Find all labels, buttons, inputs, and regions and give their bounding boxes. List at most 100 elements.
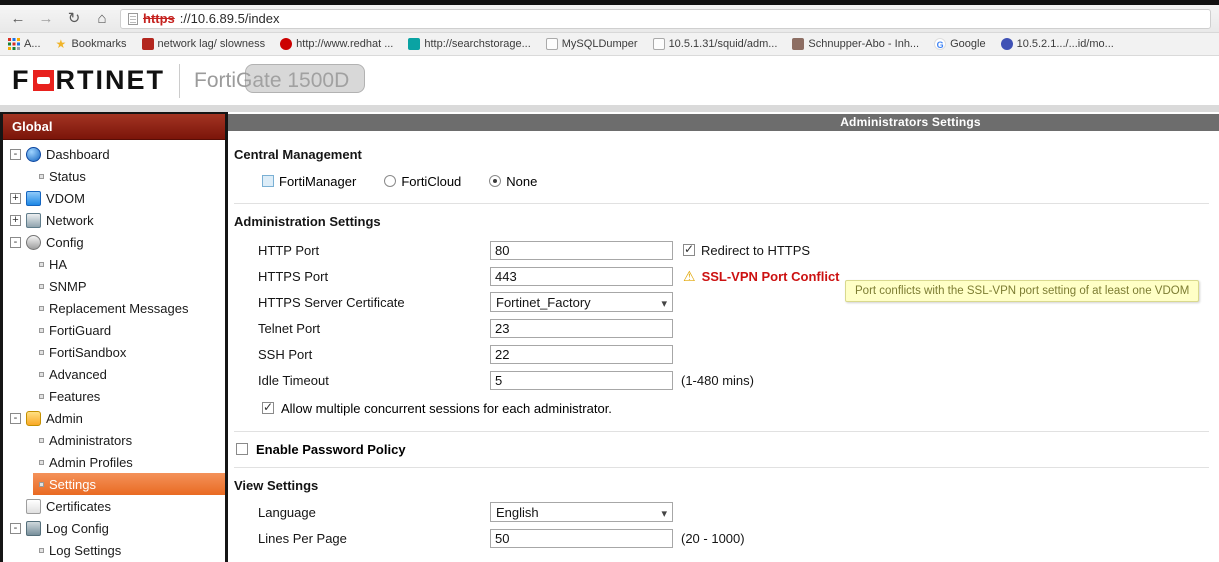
telnet-port-input[interactable] <box>490 318 673 338</box>
bookmark-squid[interactable]: 10.5.1.31/squid/adm... <box>652 38 778 50</box>
browser-navbar: ← → ↻ ⌂ https ://10.6.89.5/index <box>0 5 1219 33</box>
sidebar-item-vdom[interactable]: + VDOM <box>3 187 225 209</box>
forticloud-radio-icon[interactable] <box>384 175 397 187</box>
sidebar-item-administrators[interactable]: Administrators <box>33 429 225 451</box>
fortimanager-checkbox-icon[interactable] <box>262 175 274 187</box>
field-label: Telnet Port <box>258 320 321 336</box>
sidebar-item-log-settings[interactable]: Log Settings <box>33 539 225 561</box>
ssh-port-input[interactable] <box>490 344 673 364</box>
concurrent-sessions-checkbox[interactable] <box>262 400 274 414</box>
sidebar-item-replacement-messages[interactable]: Replacement Messages <box>33 297 225 319</box>
bookmark-favicon <box>280 38 293 50</box>
sidebar-item-status[interactable]: Status <box>33 165 225 187</box>
expand-toggle-icon[interactable]: + <box>10 192 21 204</box>
bookmark-label: 10.5.2.1.../...id/mo... <box>1016 38 1114 50</box>
https-cert-select[interactable]: Fortinet_Factory <box>490 292 673 312</box>
none-radio-icon[interactable] <box>489 175 502 187</box>
address-url: ://10.6.89.5/index <box>179 11 280 26</box>
https-port-input[interactable] <box>490 266 673 286</box>
main-panel: Administrators Settings Port conflicts w… <box>228 112 1219 562</box>
forward-icon[interactable]: → <box>36 9 56 29</box>
sidebar-item-label: SNMP <box>49 278 87 294</box>
logo-text: RTINET <box>55 65 165 95</box>
bookmark-bookmarks[interactable]: Bookmarks <box>56 38 127 50</box>
bookmark-favicon <box>652 38 665 50</box>
bullet-icon <box>39 173 44 179</box>
bookmark-apps[interactable]: A... <box>8 38 41 50</box>
bullet-icon <box>39 327 44 333</box>
bookmark-label: Google <box>950 38 986 50</box>
sidebar-item-label: Admin Profiles <box>49 454 133 470</box>
address-bar[interactable]: https ://10.6.89.5/index <box>120 8 1211 29</box>
collapse-toggle-icon[interactable]: - <box>10 412 21 424</box>
bookmark-favicon <box>545 38 558 50</box>
sidebar-item-label: Dashboard <box>46 146 110 162</box>
sidebar-item-admin[interactable]: - Admin <box>3 407 225 429</box>
nav-tree: - Dashboard Status + VDOM + Network - Co… <box>3 140 225 561</box>
option-fortimanager[interactable]: FortiManager <box>262 174 356 189</box>
apps-grid-icon <box>8 38 20 50</box>
bookmark-label: 10.5.1.31/squid/adm... <box>668 38 778 50</box>
idle-timeout-input[interactable] <box>490 370 673 390</box>
back-icon[interactable]: ← <box>8 9 28 29</box>
fortinet-logo: F RTINET <box>12 65 165 96</box>
bookmark-searchstorage[interactable]: http://searchstorage... <box>408 38 531 50</box>
bookmark-mysqldumper[interactable]: MySQLDumper <box>545 38 638 50</box>
bookmark-label: Schnupper-Abo - Inh... <box>808 38 920 50</box>
bookmark-google[interactable]: Google <box>934 38 986 50</box>
bookmark-last[interactable]: 10.5.2.1.../...id/mo... <box>1000 38 1114 50</box>
sidebar-item-log-config[interactable]: - Log Config <box>3 517 225 539</box>
option-none[interactable]: None <box>489 174 537 189</box>
checkbox-label: Enable Password Policy <box>256 441 406 457</box>
sidebar-item-label: Settings <box>49 476 96 492</box>
sidebar-item-advanced[interactable]: Advanced <box>33 363 225 385</box>
section-divider <box>234 203 1209 204</box>
bookmark-label: A... <box>24 38 41 50</box>
expand-toggle-icon[interactable]: + <box>10 214 21 226</box>
dashboard-icon <box>26 146 41 162</box>
password-policy-checkbox[interactable] <box>236 443 248 455</box>
sidebar-item-network[interactable]: + Network <box>3 209 225 231</box>
device-name: FortiGate 1500D <box>194 63 366 93</box>
sidebar-item-fortisandbox[interactable]: FortiSandbox <box>33 341 225 363</box>
sidebar-item-certificates[interactable]: Certificates <box>3 495 225 517</box>
sidebar-item-ha[interactable]: HA <box>33 253 225 275</box>
language-select[interactable]: English <box>490 502 673 522</box>
sidebar-item-label: VDOM <box>46 190 85 206</box>
sidebar-item-label: Administrators <box>49 432 133 448</box>
sidebar-item-label: Admin <box>46 410 83 426</box>
collapse-toggle-icon[interactable]: - <box>10 522 21 534</box>
http-port-input[interactable] <box>490 240 673 260</box>
select-value: English <box>496 504 539 520</box>
bookmark-network-lag[interactable]: network lag/ slowness <box>141 38 265 50</box>
section-heading-administration: Administration Settings <box>234 214 381 229</box>
redirect-https-checkbox[interactable] <box>683 242 695 256</box>
option-forticloud[interactable]: FortiCloud <box>384 174 461 189</box>
sidebar-item-snmp[interactable]: SNMP <box>33 275 225 297</box>
sidebar-item-admin-profiles[interactable]: Admin Profiles <box>33 451 225 473</box>
sidebar-item-settings[interactable]: Settings <box>33 473 225 495</box>
field-label: Language <box>258 504 316 520</box>
sidebar-item-label: Replacement Messages <box>49 300 189 316</box>
concurrent-sessions-row: Allow multiple concurrent sessions for e… <box>262 399 1209 417</box>
bullet-icon <box>39 305 44 311</box>
lines-per-page-input[interactable] <box>490 528 673 548</box>
home-icon[interactable]: ⌂ <box>92 9 112 29</box>
sidebar-item-features[interactable]: Features <box>33 385 225 407</box>
admin-key-icon <box>26 410 41 426</box>
select-value: Fortinet_Factory <box>496 294 591 310</box>
bookmark-redhat[interactable]: http://www.redhat ... <box>280 38 393 50</box>
bookmark-schnupper[interactable]: Schnupper-Abo - Inh... <box>792 38 919 50</box>
sidebar-item-config[interactable]: - Config <box>3 231 225 253</box>
collapse-toggle-icon[interactable]: - <box>10 236 21 248</box>
option-label: None <box>506 173 538 189</box>
collapse-toggle-icon[interactable]: - <box>10 148 21 160</box>
option-label: FortiCloud <box>401 173 462 189</box>
sidebar-item-fortiguard[interactable]: FortiGuard <box>33 319 225 341</box>
refresh-icon[interactable]: ↻ <box>64 9 84 29</box>
ssh-port-row: SSH Port <box>258 341 1209 367</box>
settings-form: Central Management FortiManager FortiClo… <box>228 131 1219 551</box>
bullet-icon <box>39 371 44 377</box>
sidebar-item-dashboard[interactable]: - Dashboard <box>3 143 225 165</box>
log-config-icon <box>26 520 41 536</box>
